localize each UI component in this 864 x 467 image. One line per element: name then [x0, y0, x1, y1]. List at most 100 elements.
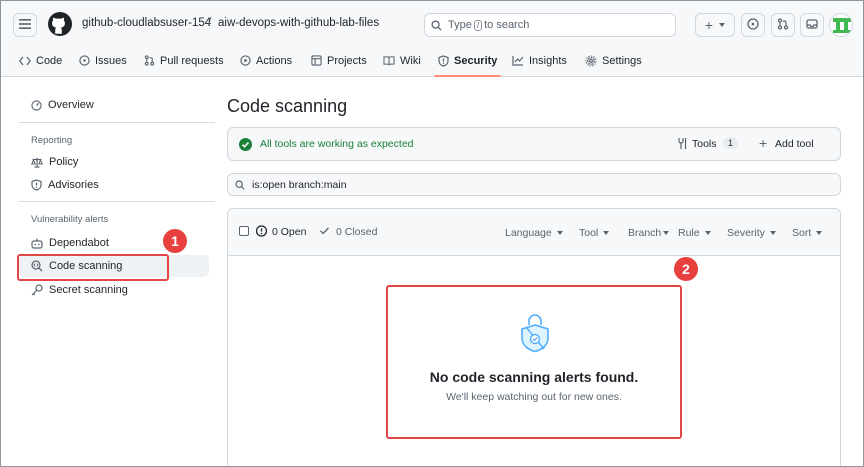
tools-status-text: All tools are working as expected [260, 138, 414, 150]
tools-button[interactable]: Tools [692, 138, 717, 150]
hamburger-icon [19, 18, 31, 32]
breadcrumb-repo[interactable]: aiw-devops-with-github-lab-files [218, 17, 379, 29]
dependabot-icon [31, 238, 43, 249]
sidebar-divider [19, 122, 215, 123]
tab-projects[interactable]: Projects [311, 45, 367, 76]
sidebar-label-overview: Overview [48, 99, 94, 111]
closed-alerts-filter[interactable]: 0 Closed [336, 226, 377, 238]
filter-query-text: is:open branch:main [252, 178, 347, 191]
chevron-down-icon [663, 231, 670, 236]
pull-requests-button[interactable] [771, 13, 795, 37]
meter-icon [31, 99, 42, 111]
sidebar-divider [19, 201, 215, 202]
repo-nav [1, 45, 863, 77]
add-tool-button[interactable]: Add tool [775, 138, 814, 150]
global-search-input[interactable]: Type / to search [424, 13, 676, 37]
plus-icon: + [704, 17, 714, 33]
inbox-icon [806, 18, 818, 33]
search-placeholder-prefix: Type [448, 19, 472, 31]
annotation-step-badge: 1 [163, 229, 187, 253]
sidebar-item-overview[interactable]: Overview [19, 94, 209, 116]
alerts-results-header: 0 Open 0 Closed Language Tool Branch Rul… [228, 209, 840, 256]
chevron-down-icon [704, 231, 711, 236]
issues-button[interactable] [741, 13, 765, 37]
create-new-button[interactable]: + [695, 13, 735, 37]
branch-filter-label: Branch [628, 227, 662, 239]
check-circle-icon [239, 138, 252, 154]
graph-icon [512, 55, 524, 66]
tab-projects-label: Projects [327, 54, 367, 67]
tab-settings-label: Settings [602, 54, 642, 67]
check-icon [319, 225, 330, 239]
key-icon [31, 284, 43, 296]
annotation-step-badge: 2 [674, 257, 698, 281]
severity-filter-dropdown[interactable]: Severity [727, 227, 776, 239]
pull-request-icon [777, 17, 789, 33]
breadcrumb-separator: / [208, 17, 212, 29]
tab-pull-requests[interactable]: Pull requests [144, 45, 224, 76]
tool-filter-dropdown[interactable]: Tool [579, 227, 610, 239]
rule-filter-dropdown[interactable]: Rule [678, 227, 711, 239]
avatar[interactable] [829, 13, 853, 37]
sort-dropdown[interactable]: Sort [792, 227, 823, 239]
chevron-down-icon [603, 231, 610, 236]
tools-status-box: All tools are working as expected Tools … [227, 127, 841, 161]
language-filter-label: Language [505, 227, 552, 239]
shield-icon [31, 179, 42, 191]
chevron-down-icon [769, 231, 776, 236]
github-logo-icon[interactable] [48, 12, 72, 39]
open-alerts-filter[interactable]: 0 Open [272, 226, 306, 238]
tab-security[interactable]: Security [433, 45, 502, 77]
play-icon [240, 55, 251, 66]
annotation-highlight-empty-state [386, 285, 682, 439]
sort-label: Sort [792, 227, 812, 239]
severity-filter-label: Severity [727, 227, 765, 239]
book-icon [383, 55, 395, 66]
select-all-checkbox[interactable] [239, 226, 249, 236]
tab-issues[interactable]: Issues [79, 45, 127, 76]
tab-code[interactable]: Code [19, 45, 62, 76]
tab-insights-label: Insights [529, 54, 567, 67]
tools-count-badge: 1 [723, 137, 739, 149]
tab-actions-label: Actions [256, 54, 293, 67]
sidebar-item-advisories[interactable]: Advisories [19, 174, 209, 196]
chevron-down-icon [719, 23, 726, 27]
tab-wiki[interactable]: Wiki [383, 45, 421, 76]
tool-filter-label: Tool [579, 227, 599, 239]
issue-icon [747, 17, 759, 33]
browser-frame: github-cloudlabsuser-154 / aiw-devops-wi… [0, 0, 864, 467]
gear-icon [585, 54, 597, 67]
issue-icon [79, 55, 90, 66]
search-placeholder-suffix: to search [484, 19, 530, 31]
search-icon [431, 19, 442, 31]
tab-security-label: Security [454, 54, 498, 67]
top-header: github-cloudlabsuser-154 / aiw-devops-wi… [1, 1, 863, 45]
language-filter-dropdown[interactable]: Language [505, 227, 563, 239]
chevron-down-icon [816, 231, 823, 236]
page-title: Code scanning [227, 96, 348, 116]
annotation-highlight-code-scanning [17, 254, 169, 281]
sidebar-heading-reporting: Reporting [31, 135, 73, 146]
tab-actions[interactable]: Actions [240, 45, 292, 76]
sidebar-label-dependabot: Dependabot [49, 237, 109, 249]
tab-pull-requests-label: Pull requests [160, 54, 224, 67]
tab-insights[interactable]: Insights [512, 45, 567, 76]
sidebar-heading-vulnerability-alerts: Vulnerability alerts [31, 214, 109, 225]
sidebar-item-policy[interactable]: Policy [19, 151, 209, 173]
sidebar-item-secret-scanning[interactable]: Secret scanning [19, 279, 209, 301]
breadcrumb-owner[interactable]: github-cloudlabsuser-154 [82, 17, 211, 29]
search-icon [235, 179, 245, 190]
tab-issues-label: Issues [95, 54, 127, 67]
inbox-button[interactable] [800, 13, 824, 37]
chevron-down-icon [556, 231, 563, 236]
sidebar-label-advisories: Advisories [48, 179, 99, 191]
shield-icon [255, 225, 268, 240]
alerts-filter-input[interactable]: is:open branch:main [227, 173, 841, 196]
law-icon [31, 157, 43, 168]
menu-button[interactable] [13, 13, 37, 37]
plus-icon: + [759, 135, 768, 151]
shield-icon [438, 54, 449, 67]
rule-filter-label: Rule [678, 227, 700, 239]
tab-settings[interactable]: Settings [585, 45, 642, 76]
branch-filter-dropdown[interactable]: Branch [628, 227, 670, 239]
